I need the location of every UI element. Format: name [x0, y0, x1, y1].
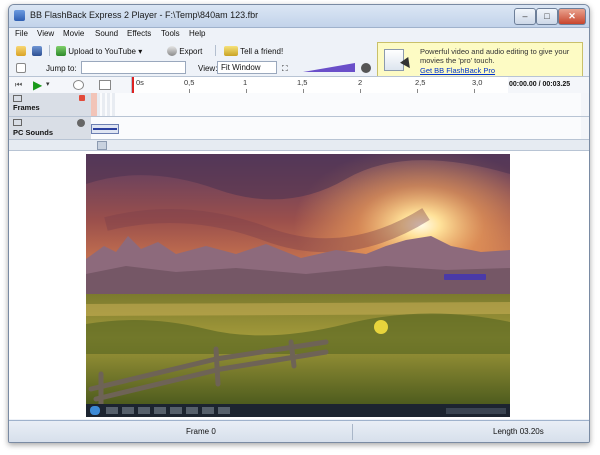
jump-to-input[interactable] — [81, 61, 186, 74]
tell-friend-icon — [224, 46, 238, 56]
title-bar: BB FlashBack Express 2 Player - F:\Temp\… — [9, 5, 589, 28]
volume-button[interactable] — [360, 61, 372, 76]
play-icon[interactable]: ▶ — [33, 78, 42, 92]
track-header: Frames — [9, 93, 92, 116]
tell-friend-button[interactable]: Tell a friend! — [223, 44, 284, 59]
tick-label: 0s — [136, 78, 144, 87]
open-folder-icon — [16, 46, 26, 56]
cursor-highlight — [374, 320, 388, 334]
tick-label: 1,5 — [297, 78, 308, 87]
open-button[interactable] — [15, 44, 27, 59]
timeline-ruler[interactable]: 0s 0,5 1 1,5 2 2,5 3,0 — [131, 77, 508, 93]
export-icon — [167, 46, 177, 56]
view-select-value: Fit Window — [221, 63, 261, 72]
export-button[interactable]: Export — [166, 44, 203, 59]
chevron-down-icon: ▾ — [138, 47, 143, 56]
main-toolbar: Upload to YouTube ▾ Export Tell a friend… — [9, 42, 377, 59]
fit-window-icon: ⛶ — [282, 64, 288, 73]
play-options-chevron-icon[interactable]: ▾ — [46, 80, 50, 88]
tick-label: 2,5 — [415, 78, 426, 87]
fit-window-button[interactable]: ⛶ — [281, 61, 289, 76]
sound-clip[interactable] — [91, 124, 119, 134]
toolbar-separator — [49, 45, 50, 56]
tick-label: 1 — [243, 78, 248, 87]
length-status: Length 03.20s — [493, 427, 544, 436]
undo-icon — [16, 63, 26, 73]
landscape-photo — [86, 154, 510, 417]
status-bar: Frame 0 Length 03.20s — [9, 420, 589, 442]
upload-label: Upload to YouTube — [68, 47, 136, 56]
upload-icon — [56, 46, 66, 56]
timecode: 00:00.00 / 00:03.25 — [509, 81, 571, 88]
menu-file[interactable]: File — [15, 29, 28, 38]
playhead[interactable] — [132, 77, 134, 93]
scroll-thumb[interactable] — [97, 141, 107, 150]
app-window: BB FlashBack Express 2 Player - F:\Temp\… — [8, 4, 590, 443]
timeline-bar: ⏮ ▶ ▾ 0s 0,5 1 1,5 2 2,5 3,0 00:00.00 / … — [9, 76, 589, 94]
volume-slider[interactable] — [303, 63, 355, 72]
toolbar-separator — [215, 45, 216, 56]
frame-status: Frame 0 — [186, 427, 216, 436]
window-title: BB FlashBack Express 2 Player - F:\Temp\… — [30, 10, 259, 20]
menu-sound[interactable]: Sound — [95, 29, 118, 38]
sound-lane[interactable] — [91, 117, 581, 139]
track-label: PC Sounds — [13, 128, 54, 137]
record-icon[interactable] — [73, 80, 84, 90]
minimize-button[interactable]: – — [514, 8, 536, 25]
frames-lane[interactable] — [91, 93, 581, 116]
view-select[interactable]: Fit Window — [217, 61, 277, 74]
save-button[interactable] — [31, 44, 43, 59]
promo-link[interactable]: Get BB FlashBack Pro — [420, 66, 495, 75]
track-frames: Frames — [9, 93, 589, 117]
overlay-toolbar-icon — [444, 274, 486, 280]
app-icon — [14, 10, 25, 21]
menu-effects[interactable]: Effects — [127, 29, 151, 38]
promo-monitor-icon — [384, 49, 404, 71]
keyframe-icon[interactable] — [79, 95, 85, 101]
maximize-button[interactable]: □ — [536, 8, 558, 25]
undo-button[interactable] — [15, 61, 27, 76]
tick-label: 3,0 — [472, 78, 483, 87]
menu-help[interactable]: Help — [189, 29, 205, 38]
timeline-scrollbar[interactable] — [9, 140, 589, 151]
view-label: View: — [198, 64, 218, 73]
tick-label: 0,5 — [184, 78, 195, 87]
preview-canvas — [9, 151, 589, 419]
export-label: Export — [179, 47, 203, 56]
volume-level — [303, 63, 355, 72]
menu-view[interactable]: View — [37, 29, 54, 38]
menu-tools[interactable]: Tools — [161, 29, 180, 38]
upload-youtube-button[interactable]: Upload to YouTube ▾ — [55, 44, 143, 59]
track-label: Frames — [13, 103, 40, 112]
secondary-toolbar: Jump to: View: Fit Window ⛶ — [9, 59, 377, 76]
promo-text: Powerful video and audio editing to give… — [420, 47, 570, 65]
volume-icon — [361, 63, 371, 73]
tick-label: 2 — [358, 78, 363, 87]
track-pc-sounds: PC Sounds — [9, 117, 589, 140]
promo-box: Powerful video and audio editing to give… — [377, 42, 583, 78]
close-button[interactable]: ✕ — [558, 8, 586, 25]
save-icon — [32, 46, 42, 56]
track-header: PC Sounds — [9, 117, 92, 139]
track-icon — [13, 119, 22, 126]
tell-friend-label: Tell a friend! — [240, 47, 284, 56]
track-icon — [13, 95, 22, 102]
rewind-icon[interactable]: ⏮ — [15, 80, 22, 90]
frame-block[interactable] — [97, 93, 117, 116]
jump-label: Jump to: — [46, 64, 77, 73]
sound-icon[interactable] — [77, 119, 85, 127]
screen-icon[interactable] — [99, 80, 111, 90]
menu-bar: File View Movie Sound Effects Tools Help — [9, 28, 589, 41]
menu-movie[interactable]: Movie — [63, 29, 84, 38]
preview-image[interactable] — [86, 154, 510, 417]
